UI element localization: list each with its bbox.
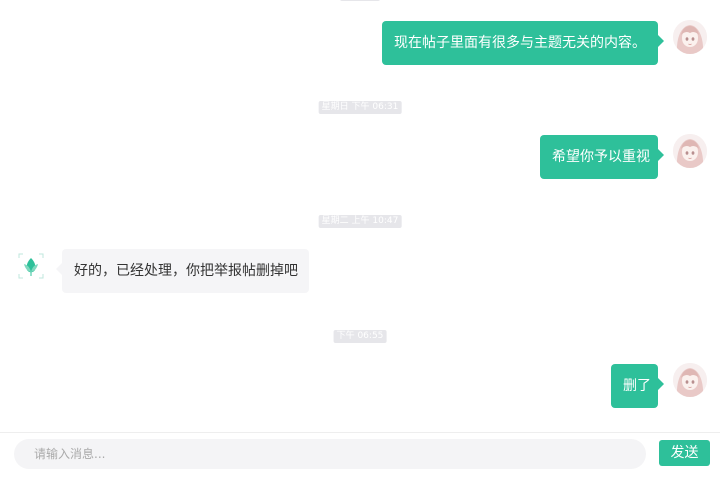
timestamp: 星期日 下午 06:31 — [318, 101, 402, 114]
user-avatar[interactable] — [673, 134, 707, 168]
timestamp: 下午 06:55 — [333, 330, 387, 343]
timestamp-partial — [340, 0, 380, 1]
message-bubble[interactable]: 希望你予以重视 — [540, 135, 664, 179]
support-avatar[interactable] — [18, 253, 44, 279]
message-bubble[interactable]: 现在帖子里面有很多与主题无关的内容。 — [382, 21, 664, 65]
message-input[interactable] — [14, 439, 646, 469]
user-avatar[interactable] — [673, 363, 707, 397]
message-bubble[interactable]: 好的，已经处理，你把举报帖删掉吧 — [56, 249, 309, 293]
leaf-logo-icon — [18, 253, 44, 279]
send-button[interactable]: 发送 — [659, 440, 710, 466]
message-composer: 发送 — [0, 432, 720, 477]
user-avatar[interactable] — [673, 20, 707, 54]
message-bubble[interactable]: 删了 — [611, 364, 664, 408]
timestamp: 星期二 上午 10:47 — [318, 215, 402, 228]
chat-area[interactable]: 现在帖子里面有很多与主题无关的内容。 星期日 下午 06:31 希望你予以重视 … — [0, 0, 720, 432]
